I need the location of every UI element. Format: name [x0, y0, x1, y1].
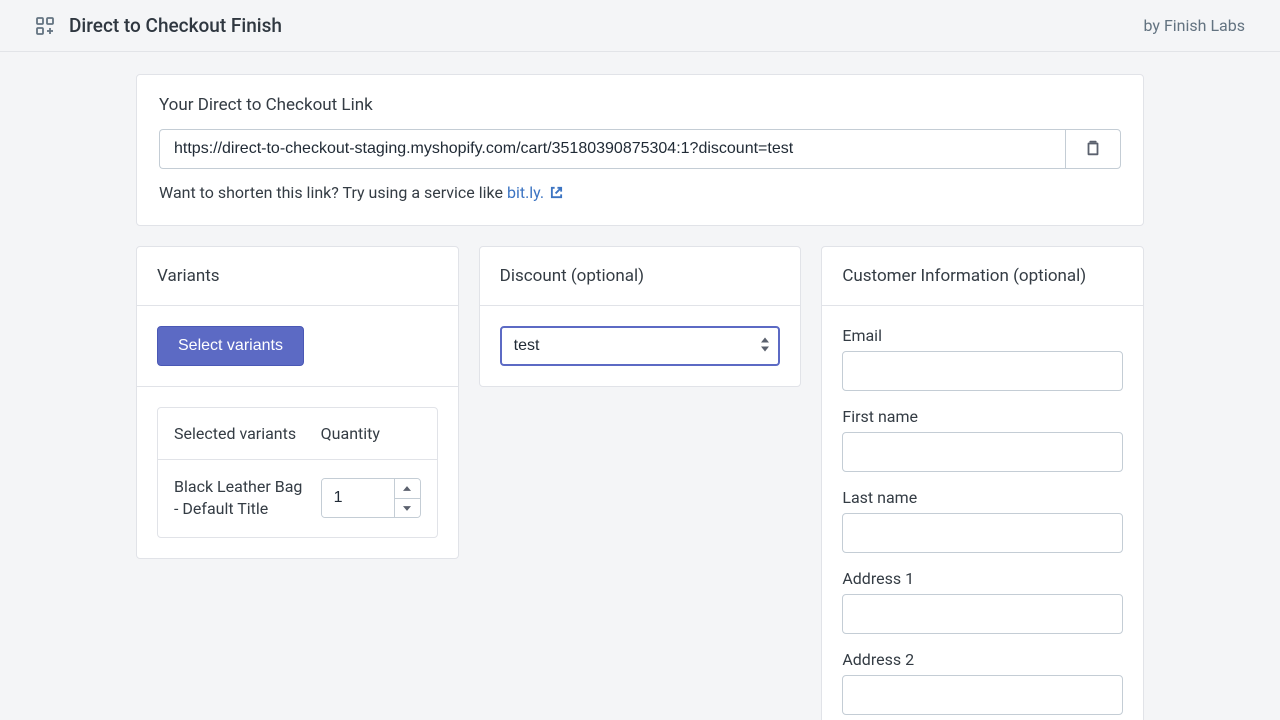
variants-card-title: Variants — [137, 247, 458, 306]
variants-table-header-name: Selected variants — [174, 424, 311, 443]
page-title: Direct to Checkout Finish — [69, 14, 282, 37]
address1-label: Address 1 — [842, 569, 1123, 588]
variant-name: Black Leather Bag - Default Title — [174, 476, 311, 521]
customer-card-body: Email First name Last name Address 1 — [822, 306, 1143, 720]
variants-table: Selected variants Quantity Black Leather… — [157, 407, 438, 538]
discount-input[interactable] — [500, 326, 781, 366]
bitly-link-text: bit.ly. — [507, 183, 544, 202]
discount-card-body — [480, 306, 801, 386]
quantity-input[interactable] — [322, 479, 394, 517]
first-name-label: First name — [842, 407, 1123, 426]
by-line: by Finish Labs — [1144, 16, 1246, 35]
external-link-icon — [550, 184, 563, 203]
last-name-field[interactable] — [842, 513, 1123, 553]
checkout-link-card: Your Direct to Checkout Link Want to sho… — [136, 74, 1144, 226]
table-row: Black Leather Bag - Default Title — [158, 460, 437, 537]
first-name-field[interactable] — [842, 432, 1123, 472]
copy-button[interactable] — [1065, 129, 1121, 169]
bitly-link[interactable]: bit.ly. — [507, 183, 563, 202]
form-group-email: Email — [842, 326, 1123, 391]
main-container: Your Direct to Checkout Link Want to sho… — [0, 52, 1280, 720]
discount-card: Discount (optional) — [479, 246, 802, 387]
discount-input-wrap — [500, 326, 781, 366]
variants-col: Variants Select variants Selected varian… — [136, 246, 459, 559]
quantity-up-button[interactable] — [395, 479, 420, 499]
app-grid-icon — [35, 16, 55, 36]
topbar-left: Direct to Checkout Finish — [35, 14, 282, 37]
checkout-link-input[interactable] — [159, 129, 1065, 169]
chevron-down-icon — [403, 506, 411, 511]
customer-card: Customer Information (optional) Email Fi… — [821, 246, 1144, 720]
shorten-hint-text: Want to shorten this link? Try using a s… — [159, 183, 507, 202]
variants-card-table-wrap: Selected variants Quantity Black Leather… — [137, 387, 458, 558]
customer-card-title: Customer Information (optional) — [822, 247, 1143, 306]
form-group-address2: Address 2 — [842, 650, 1123, 715]
checkout-link-row — [159, 129, 1121, 169]
quantity-arrows — [394, 479, 420, 517]
select-variants-button[interactable]: Select variants — [157, 326, 304, 366]
form-group-address1: Address 1 — [842, 569, 1123, 634]
email-label: Email — [842, 326, 1123, 345]
customer-col: Customer Information (optional) Email Fi… — [821, 246, 1144, 720]
quantity-down-button[interactable] — [395, 499, 420, 518]
discount-card-title: Discount (optional) — [480, 247, 801, 306]
form-group-last-name: Last name — [842, 488, 1123, 553]
shorten-hint: Want to shorten this link? Try using a s… — [159, 183, 1121, 203]
variants-table-header-qty: Quantity — [321, 424, 421, 443]
quantity-stepper — [321, 478, 421, 518]
checkout-link-title: Your Direct to Checkout Link — [159, 95, 1121, 115]
topbar: Direct to Checkout Finish by Finish Labs — [0, 0, 1280, 52]
variant-qty-cell — [321, 478, 421, 518]
address2-field[interactable] — [842, 675, 1123, 715]
variants-table-header: Selected variants Quantity — [158, 408, 437, 460]
clipboard-icon — [1084, 139, 1102, 160]
email-field[interactable] — [842, 351, 1123, 391]
address1-field[interactable] — [842, 594, 1123, 634]
address2-label: Address 2 — [842, 650, 1123, 669]
panels-row: Variants Select variants Selected varian… — [136, 246, 1144, 720]
variants-card: Variants Select variants Selected varian… — [136, 246, 459, 559]
chevron-up-icon — [403, 486, 411, 491]
form-group-first-name: First name — [842, 407, 1123, 472]
discount-col: Discount (optional) — [479, 246, 802, 387]
last-name-label: Last name — [842, 488, 1123, 507]
variants-card-actions: Select variants — [137, 306, 458, 387]
